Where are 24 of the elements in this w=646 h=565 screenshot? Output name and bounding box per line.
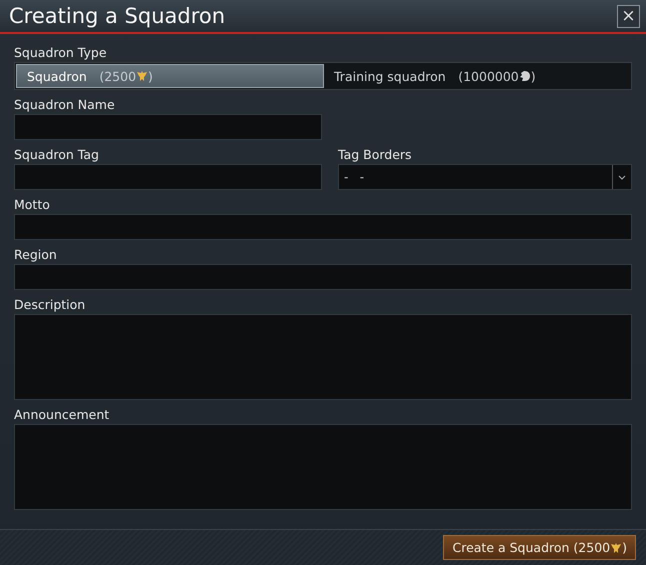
chevron-down-icon [618, 174, 626, 180]
text-area[interactable] [14, 424, 632, 510]
close-button[interactable]: × [617, 4, 640, 28]
field-label: Announcement [14, 406, 110, 424]
window-title: Creating a Squadron [9, 4, 226, 28]
create-button[interactable]: Create a Squadron (2500 ) [443, 535, 636, 560]
input-field[interactable] [14, 164, 322, 190]
type-option[interactable]: Training squadron (1000000 ) [324, 64, 630, 88]
field-label: Description [14, 296, 86, 314]
eagle-icon [136, 70, 148, 82]
field-label: Squadron Name [14, 96, 116, 114]
field-label: Tag Borders [338, 146, 413, 164]
eagle-icon [610, 542, 622, 554]
field-label: Motto [14, 196, 51, 214]
lion-icon [518, 70, 531, 82]
field-label: Squadron Tag [14, 146, 100, 164]
dropdown[interactable]: - - [338, 164, 632, 190]
input-field[interactable] [14, 264, 632, 290]
type-option[interactable]: Squadron (2500 ) [16, 64, 324, 88]
field-label: Squadron Type [14, 44, 108, 62]
field-label: Region [14, 246, 58, 264]
input-field[interactable] [14, 214, 632, 240]
input-field[interactable] [14, 114, 322, 140]
text-area[interactable] [14, 314, 632, 400]
